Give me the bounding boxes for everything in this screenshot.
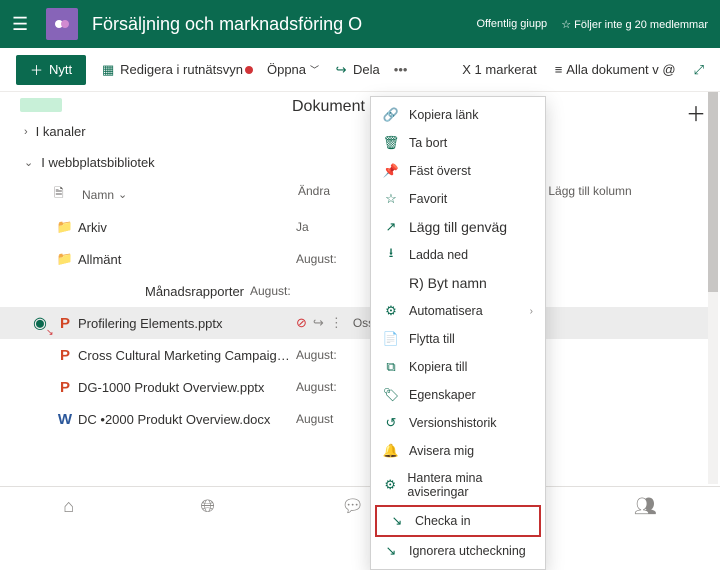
context-download[interactable]: ⭳Ladda ned bbox=[371, 241, 545, 269]
scrollbar[interactable] bbox=[708, 92, 718, 484]
context-move[interactable]: 📄Flytta till bbox=[371, 325, 545, 353]
checkin-icon: ↘ bbox=[389, 513, 405, 529]
history-icon: ↺ bbox=[383, 415, 399, 431]
props-icon: 🏷 bbox=[383, 387, 399, 403]
context-alert[interactable]: 🔔Avisera mig bbox=[371, 437, 545, 465]
follow-label[interactable]: ☆ Följer inte g 20 medlemmar bbox=[561, 18, 708, 31]
context-history[interactable]: ↺Versionshistorik bbox=[371, 409, 545, 437]
site-title: Försäljning och marknadsföring O bbox=[92, 14, 476, 35]
file-list: 📁ArkivJa📁AllmäntAugust:MånadsrapporterAu… bbox=[0, 211, 708, 435]
col-name[interactable]: Namn ⌄ bbox=[82, 184, 298, 205]
check-circle-icon: ◉ bbox=[33, 313, 47, 333]
file-name: Cross Cultural Marketing Campaigns.pptx bbox=[78, 348, 296, 363]
link-icon: 🔗 bbox=[383, 107, 399, 123]
file-name: Allmänt bbox=[78, 252, 296, 267]
more-row-icon[interactable]: ⋮ bbox=[330, 315, 343, 331]
edit-grid-button[interactable]: ▦ Redigera i rutnätsvyn bbox=[100, 62, 253, 78]
bottom-nav: ⌂ 🌐︎ 💬︎ ▤ 👥︎ bbox=[0, 486, 720, 526]
command-bar: ＋ Nytt ▦ Redigera i rutnätsvyn Öppna ﹀ ↪… bbox=[0, 48, 720, 92]
context-menu: 🔗Kopiera länk🗑Ta bort📌Fäst överst☆Favori… bbox=[370, 96, 546, 570]
manage-icon: ⚙ bbox=[383, 477, 397, 493]
chat-icon[interactable]: 💬︎ bbox=[341, 496, 364, 517]
grid-icon: ▦ bbox=[100, 62, 116, 78]
content-area: Dokument ›I kanaler ⌄I webbplatsbibliote… bbox=[0, 92, 708, 484]
alert-icon: 🔔 bbox=[383, 443, 399, 459]
add-button[interactable]: ＋ bbox=[686, 98, 706, 127]
chevron-right-icon: › bbox=[24, 126, 28, 138]
context-trash[interactable]: 🗑Ta bort bbox=[371, 129, 545, 157]
table-row[interactable]: PDG-1000 Produkt Overview.pptxAugust:p bbox=[0, 371, 708, 403]
nav-channels[interactable]: ›I kanaler bbox=[0, 116, 708, 147]
context-discard[interactable]: ↘Ignorera utcheckning bbox=[371, 537, 545, 565]
badge-icon bbox=[245, 66, 253, 74]
file-type-icon: 📁 bbox=[52, 219, 78, 235]
view-selector[interactable]: ≡ Alla dokument v @ bbox=[555, 62, 676, 77]
hamburger-icon[interactable]: ☰ bbox=[12, 14, 32, 35]
selection-count: X 1 markerat bbox=[462, 62, 536, 77]
file-type-icon: W bbox=[52, 411, 78, 428]
shortcut-icon: ↗ bbox=[383, 219, 399, 235]
file-name: DC •2000 Produkt Overview.docx bbox=[78, 412, 296, 427]
copy-icon: ⧉ bbox=[383, 359, 399, 375]
table-row[interactable]: PCross Cultural Marketing Campaigns.pptx… bbox=[0, 339, 708, 371]
nav-site-libs[interactable]: ⌄I webbplatsbibliotek bbox=[0, 147, 708, 178]
cancel-icon[interactable]: ⊘ bbox=[296, 315, 307, 331]
context-link[interactable]: 🔗Kopiera länk bbox=[371, 101, 545, 129]
context-copy[interactable]: ⧉Kopiera till bbox=[371, 353, 545, 381]
column-headers: 🗎 Namn ⌄ Ändra y ⌄ + Lägg till kolumn bbox=[0, 178, 708, 211]
context-manage[interactable]: ⚙Hantera mina aviseringar bbox=[371, 465, 545, 505]
add-column[interactable]: + Lägg till kolumn bbox=[538, 184, 632, 205]
move-icon: 📄 bbox=[383, 331, 399, 347]
table-row[interactable]: 📁AllmäntAugust: bbox=[0, 243, 708, 275]
table-row[interactable]: WDC •2000 Produkt Overview.docxAugust bbox=[0, 403, 708, 435]
file-type-icon: P bbox=[52, 379, 78, 396]
share-row-icon[interactable]: ↪ bbox=[313, 315, 324, 331]
file-name: DG-1000 Produkt Overview.pptx bbox=[78, 380, 296, 395]
context-pin[interactable]: 📌Fäst överst bbox=[371, 157, 545, 185]
rename-icon bbox=[383, 275, 399, 291]
context-rename[interactable]: R) Byt namn bbox=[371, 269, 545, 297]
discard-icon: ↘ bbox=[383, 543, 399, 559]
table-row[interactable]: ◉P↘Profilering Elements.pptx⊘↪⋮Ossn bbox=[0, 307, 708, 339]
file-name: Arkiv bbox=[78, 220, 296, 235]
share-icon: ↪ bbox=[333, 62, 349, 78]
globe-icon[interactable]: 🌐︎ bbox=[200, 496, 214, 517]
chevron-down-icon: ⌄ bbox=[24, 156, 33, 169]
context-star[interactable]: ☆Favorit bbox=[371, 185, 545, 213]
trash-icon: 🗑 bbox=[383, 135, 399, 151]
file-icon: 🗎 bbox=[54, 186, 64, 200]
table-row[interactable]: 📁ArkivJa bbox=[0, 211, 708, 243]
download-icon: ⭳ bbox=[383, 247, 399, 263]
highlight-block bbox=[20, 98, 62, 112]
home-icon[interactable]: ⌂ bbox=[63, 496, 74, 517]
context-checkin[interactable]: ↘Checka in bbox=[375, 505, 541, 537]
expand-icon[interactable]: ⤢ bbox=[694, 62, 704, 78]
group-type-label: Offentlig giupp bbox=[476, 18, 547, 30]
site-logo[interactable] bbox=[46, 8, 78, 40]
file-type-icon: P↘ bbox=[52, 315, 78, 332]
file-name: Profilering Elements.pptx bbox=[78, 316, 296, 331]
file-type-icon: P bbox=[52, 347, 78, 364]
file-type-icon: 📁 bbox=[52, 251, 78, 267]
people-icon[interactable]: 👥︎ bbox=[634, 496, 657, 517]
more-button[interactable]: ••• bbox=[394, 62, 408, 77]
context-props[interactable]: 🏷Egenskaper bbox=[371, 381, 545, 409]
auto-icon: ⚙ bbox=[383, 303, 399, 319]
app-header: ☰ Försäljning och marknadsföring O Offen… bbox=[0, 0, 720, 48]
share-button[interactable]: ↪ Dela bbox=[333, 62, 380, 78]
new-button[interactable]: ＋ Nytt bbox=[16, 55, 86, 85]
context-shortcut[interactable]: ↗Lägg till genväg bbox=[371, 213, 545, 241]
pin-icon: 📌 bbox=[383, 163, 399, 179]
table-row[interactable]: MånadsrapporterAugust: bbox=[0, 275, 708, 307]
star-icon: ☆ bbox=[383, 191, 399, 207]
context-auto[interactable]: ⚙Automatisera› bbox=[371, 297, 545, 325]
open-button[interactable]: Öppna ﹀ bbox=[267, 62, 319, 77]
